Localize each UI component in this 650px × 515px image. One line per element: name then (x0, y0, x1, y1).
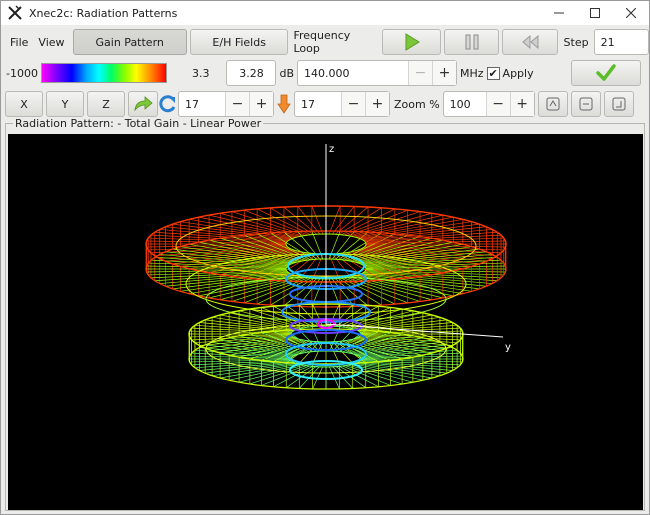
gain-pattern-button[interactable]: Gain Pattern (72, 29, 187, 55)
zoom-label: Zoom % (394, 97, 440, 111)
confirm-button[interactable] (570, 60, 641, 86)
radiation-patterns-window: Xnec2c: Radiation Patterns File View Gai… (0, 0, 650, 515)
view-x-button[interactable]: X (5, 91, 43, 117)
title-bar: Xnec2c: Radiation Patterns (1, 1, 649, 25)
zoom-spinner[interactable]: 100 − + (442, 91, 535, 117)
scale-max-value: 3.3 (191, 66, 210, 80)
window-controls (541, 1, 649, 25)
window-title: Xnec2c: Radiation Patterns (29, 6, 178, 20)
zoom-in-button[interactable] (537, 91, 568, 117)
y-axis-label: y (505, 342, 511, 353)
rewind-icon (522, 35, 539, 49)
play-button[interactable] (381, 29, 442, 55)
color-scale-bar (40, 63, 167, 83)
zoom-decrement[interactable]: − (485, 92, 510, 116)
zoom-increment[interactable]: + (509, 92, 534, 116)
view-y-button[interactable]: Y (46, 91, 84, 117)
eh-fields-button[interactable]: E/H Fields (189, 29, 289, 55)
radiation-pattern-viewport[interactable]: z y (8, 134, 643, 510)
close-icon[interactable] (613, 1, 649, 25)
menu-file[interactable]: File (5, 36, 33, 49)
zoom-in-icon (546, 97, 560, 111)
scale-frequency-row: -1000 3.3 3.28 dB 140.000 − + MHz ✔ Appl… (1, 59, 649, 87)
rotate-button[interactable] (128, 91, 158, 117)
rotate-input[interactable]: 17 (179, 98, 225, 111)
frequency-decrement[interactable]: − (408, 61, 432, 85)
frequency-input[interactable]: 140.000 (298, 67, 408, 80)
zoom-input[interactable]: 100 (444, 98, 486, 111)
menu-view[interactable]: View (33, 36, 69, 49)
main-toolbar: File View Gain Pattern E/H Fields Freque… (1, 28, 649, 56)
checkmark-icon (595, 64, 616, 81)
frequency-loop-label: Frequency Loop (293, 29, 351, 55)
z-axis-label: z (329, 144, 334, 155)
maximize-icon[interactable] (577, 1, 613, 25)
incline-decrement[interactable]: − (341, 92, 365, 116)
view-controls-row: X Y Z 17 − + 17 − + Zoom % 100 − + (1, 90, 649, 118)
gain-value-field: 3.28 (226, 60, 277, 86)
rewind-button[interactable] (502, 29, 558, 55)
pause-icon (465, 34, 479, 50)
frequency-unit: MHz (460, 66, 484, 80)
incline-spinner[interactable]: 17 − + (294, 91, 390, 117)
rotate-spinner[interactable]: 17 − + (178, 91, 274, 117)
pause-button[interactable] (444, 29, 500, 55)
radiation-pattern-plot[interactable]: z y (8, 134, 643, 510)
zoom-reset-icon (579, 97, 593, 111)
play-icon (405, 33, 420, 51)
rotate-increment[interactable]: + (249, 92, 273, 116)
refresh-icon[interactable] (158, 95, 178, 113)
incline-arrow-icon[interactable] (274, 94, 294, 114)
rotate-decrement[interactable]: − (225, 92, 249, 116)
apply-label: Apply (502, 66, 534, 80)
zoom-out-icon (612, 97, 626, 111)
zoom-reset-button[interactable] (570, 91, 601, 117)
incline-input[interactable]: 17 (295, 98, 341, 111)
apply-checkbox[interactable]: ✔ (486, 66, 500, 80)
view-z-button[interactable]: Z (87, 91, 125, 117)
incline-increment[interactable]: + (365, 92, 389, 116)
scale-min-value: -1000 (6, 66, 38, 80)
gain-unit: dB (279, 66, 294, 80)
zoom-out-button[interactable] (603, 91, 634, 117)
step-label: Step (563, 35, 589, 49)
xnec2c-icon (8, 5, 22, 20)
minimize-icon[interactable] (541, 1, 577, 25)
radiation-pattern-frame-label: Radiation Pattern: - Total Gain - Linear… (13, 117, 264, 130)
rotate-arrow-icon (134, 96, 153, 112)
step-input[interactable]: 21 (593, 29, 649, 55)
frequency-increment[interactable]: + (432, 61, 456, 85)
frequency-spinner[interactable]: 140.000 − + (297, 60, 457, 86)
